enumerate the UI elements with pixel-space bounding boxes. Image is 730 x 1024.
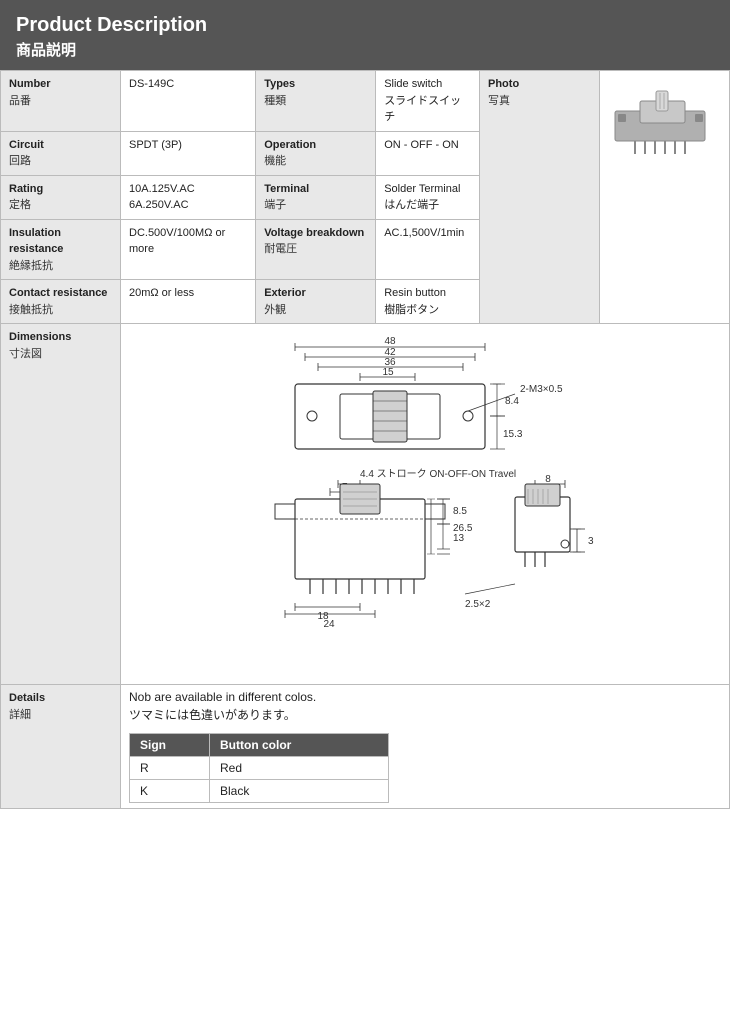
product-image-svg <box>610 76 720 166</box>
svg-text:8.5: 8.5 <box>453 506 467 517</box>
dimensions-diagram: 48 42 36 15 <box>121 324 730 685</box>
specs-table: Number 品番 DS-149C Types 種類 Slide switch … <box>0 70 730 809</box>
sign-color-table: Sign Button color R Red K Black <box>129 733 389 803</box>
rating-value: 10A.125V.AC 6A.250V.AC <box>121 175 256 219</box>
number-value: DS-149C <box>121 71 256 132</box>
svg-text:15.3: 15.3 <box>503 429 523 440</box>
operation-label: Operation 機能 <box>256 131 376 175</box>
dimensions-row: Dimensions 寸法図 48 42 <box>1 324 730 685</box>
details-row: Details 詳細 Nob are available in differen… <box>1 685 730 809</box>
insulation-label: Insulation resistance 絶縁抵抗 <box>1 219 121 280</box>
sign-row-red: R Red <box>130 757 389 780</box>
svg-text:24: 24 <box>323 619 335 630</box>
svg-text:8: 8 <box>545 474 551 485</box>
circuit-value: SPDT (3P) <box>121 131 256 175</box>
svg-text:26.5: 26.5 <box>453 523 473 534</box>
svg-text:48: 48 <box>384 336 396 347</box>
insulation-value: DC.500V/100MΩ or more <box>121 219 256 280</box>
number-label: Number 品番 <box>1 71 121 132</box>
svg-text:3: 3 <box>588 536 594 547</box>
sign-col-header: Sign <box>130 734 210 757</box>
svg-text:8.4: 8.4 <box>505 396 519 407</box>
page-header: Product Description 商品説明 <box>0 0 730 70</box>
voltage-label: Voltage breakdown 耐電圧 <box>256 219 376 280</box>
details-content: Nob are available in different colos. ツマ… <box>121 685 730 809</box>
details-note-en: Nob are available in different colos. <box>129 690 721 704</box>
sign-r: R <box>130 757 210 780</box>
sign-table-header: Sign Button color <box>130 734 389 757</box>
technical-drawing-svg: 48 42 36 15 <box>175 329 675 679</box>
voltage-value: AC.1,500V/1min <box>376 219 480 280</box>
contact-value: 20mΩ or less <box>121 280 256 324</box>
svg-text:4.4 ストローク ON-OFF-ON Travel: 4.4 ストローク ON-OFF-ON Travel <box>360 468 516 480</box>
svg-text:2-M3×0.5: 2-M3×0.5 <box>520 384 563 395</box>
svg-text:13: 13 <box>453 533 465 544</box>
table-row: Number 品番 DS-149C Types 種類 Slide switch … <box>1 71 730 132</box>
exterior-value: Resin button 樹脂ボタン <box>376 280 480 324</box>
title-japanese: 商品説明 <box>16 39 714 60</box>
svg-text:15: 15 <box>382 367 394 378</box>
title-english: Product Description <box>16 14 714 37</box>
details-note-ja: ツマミには色違いがあります。 <box>129 706 721 723</box>
photo-label: Photo 写真 <box>480 71 600 324</box>
svg-text:2.5×2: 2.5×2 <box>465 599 491 610</box>
rating-label: Rating 定格 <box>1 175 121 219</box>
terminal-value: Solder Terminal はんだ端子 <box>376 175 480 219</box>
color-red: Red <box>210 757 389 780</box>
terminal-label: Terminal 端子 <box>256 175 376 219</box>
types-label: Types 種類 <box>256 71 376 132</box>
contact-label: Contact resistance 接触抵抗 <box>1 280 121 324</box>
sign-row-black: K Black <box>130 780 389 803</box>
product-photo <box>600 71 730 324</box>
exterior-label: Exterior 外観 <box>256 280 376 324</box>
operation-value: ON - OFF - ON <box>376 131 480 175</box>
circuit-label: Circuit 回路 <box>1 131 121 175</box>
dimensions-label: Dimensions 寸法図 <box>1 324 121 685</box>
color-col-header: Button color <box>210 734 389 757</box>
types-value: Slide switch スライドスイッチ <box>376 71 480 132</box>
details-label: Details 詳細 <box>1 685 121 809</box>
color-black: Black <box>210 780 389 803</box>
sign-k: K <box>130 780 210 803</box>
